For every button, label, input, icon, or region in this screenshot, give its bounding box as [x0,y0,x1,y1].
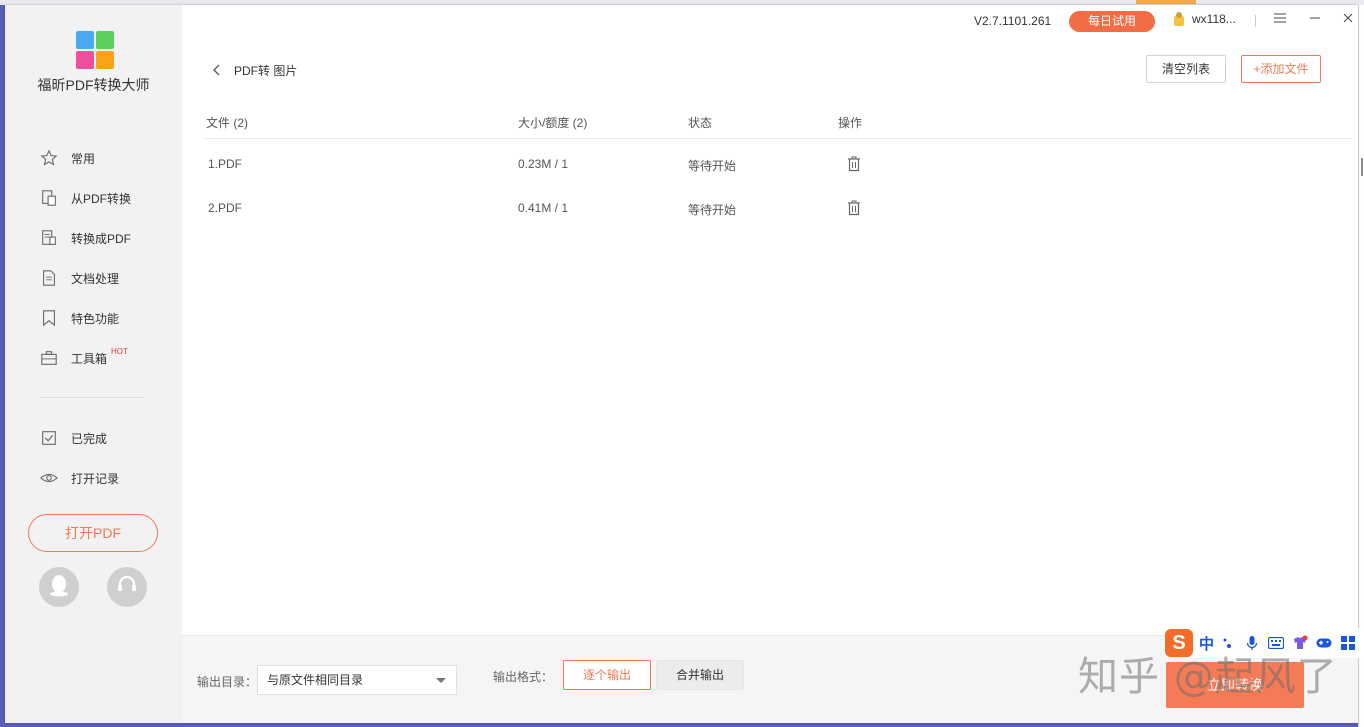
pdf-convert-icon [39,188,59,208]
check-icon [39,428,59,448]
sidebar-item-history[interactable]: 打开记录 [39,466,169,490]
bookmark-icon [39,308,59,328]
add-file-button[interactable]: +添加文件 [1241,55,1321,83]
sidebar-item-label: 转换成PDF [71,231,132,246]
trash-icon [847,200,861,220]
sidebar-item-label: 工具箱 [71,351,108,366]
document-icon [39,268,59,288]
file-name: 1.PDF [208,157,243,171]
outer-right-strip [1358,5,1364,727]
breadcrumb: PDF转 图片 [234,64,298,78]
close-button[interactable] [1339,10,1357,28]
watermark: 知乎 @起风了 [1078,654,1338,700]
hamburger-icon [1274,10,1286,28]
sidebar-item-features[interactable]: 特色功能 [39,306,169,330]
file-name: 2.PDF [208,201,243,215]
column-header-size: 大小/额度 (2) [518,116,588,130]
sidebar: 福昕PDF转换大师 常用 从PDF转换 转换成PDF 文档处理 特色功能 工具箱… [5,5,182,723]
format-option-individual[interactable]: 逐个输出 [563,660,651,690]
version-label: V2.7.1101.261 [974,14,1052,28]
sidebar-item-label: 从PDF转换 [71,191,132,206]
delete-button[interactable] [847,156,861,172]
outer-tick [1361,158,1363,176]
sidebar-item-label: 已完成 [71,431,108,446]
star-icon [39,148,59,168]
qq-icon [48,573,70,602]
column-header-file: 文件 (2) [206,116,249,130]
eye-icon [39,468,59,488]
headset-icon [116,574,138,601]
sidebar-item-label: 打开记录 [71,471,120,486]
sidebar-item-label: 特色功能 [71,311,120,326]
format-option-merge[interactable]: 合并输出 [656,660,744,690]
sidebar-item-from-pdf[interactable]: 从PDF转换 [39,186,169,210]
open-pdf-button[interactable]: 打开PDF [28,514,158,552]
trash-icon [847,156,861,176]
clear-list-button[interactable]: 清空列表 [1146,55,1226,83]
sidebar-item-label: 常用 [71,151,96,166]
app-name: 福昕PDF转换大师 [37,77,150,93]
menu-button[interactable] [1271,10,1289,28]
output-dir-value: 与原文件相同目录 [267,673,364,687]
minimize-button[interactable] [1306,10,1324,28]
header-divider [202,138,1352,139]
main-panel: V2.7.1101.261 每日试用 wx118... PDF转 图片 清空列表… [182,5,1358,635]
column-header-action: 操作 [838,116,863,130]
sidebar-item-document[interactable]: 文档处理 [39,266,169,290]
sidebar-item-to-pdf[interactable]: 转换成PDF [39,226,169,250]
grid-menu-icon[interactable] [1340,635,1356,651]
sidebar-divider [40,397,145,398]
support-button[interactable] [107,567,147,607]
table-row: 2.PDF 0.41M / 1 等待开始 [182,189,1358,229]
output-format-label: 输出格式： [493,670,554,684]
file-size: 0.23M / 1 [518,157,569,171]
username: wx118... [1192,12,1236,26]
output-dir-label: 输出目录： [197,675,258,689]
hot-badge: HOT [111,346,128,356]
sidebar-item-common[interactable]: 常用 [39,146,169,170]
file-status: 等待开始 [688,203,737,217]
sidebar-item-toolbox[interactable]: 工具箱 HOT [39,346,169,370]
title-separator [1255,15,1256,27]
app-window: 福昕PDF转换大师 常用 从PDF转换 转换成PDF 文档处理 特色功能 工具箱… [5,5,1358,723]
to-pdf-icon [39,228,59,248]
qq-button[interactable] [39,567,79,607]
user-menu[interactable]: wx118... [1172,11,1236,27]
column-header-status: 状态 [688,116,713,130]
daily-trial-button[interactable]: 每日试用 [1069,11,1155,32]
output-dir-select[interactable]: 与原文件相同目录 [257,665,457,695]
close-icon [1343,10,1353,28]
table-row: 1.PDF 0.23M / 1 等待开始 [182,145,1358,185]
app-logo [76,31,114,69]
delete-button[interactable] [847,200,861,216]
file-status: 等待开始 [688,159,737,173]
chevron-left-icon [209,64,225,82]
toolbox-icon [39,348,59,368]
outer-accent [1136,0,1196,4]
sidebar-item-label: 文档处理 [71,271,120,286]
back-button[interactable] [209,62,225,78]
sidebar-item-completed[interactable]: 已完成 [39,426,169,450]
chevron-down-icon [436,678,446,683]
file-size: 0.41M / 1 [518,201,569,215]
minimize-icon [1310,10,1320,28]
user-avatar-icon [1172,11,1186,27]
